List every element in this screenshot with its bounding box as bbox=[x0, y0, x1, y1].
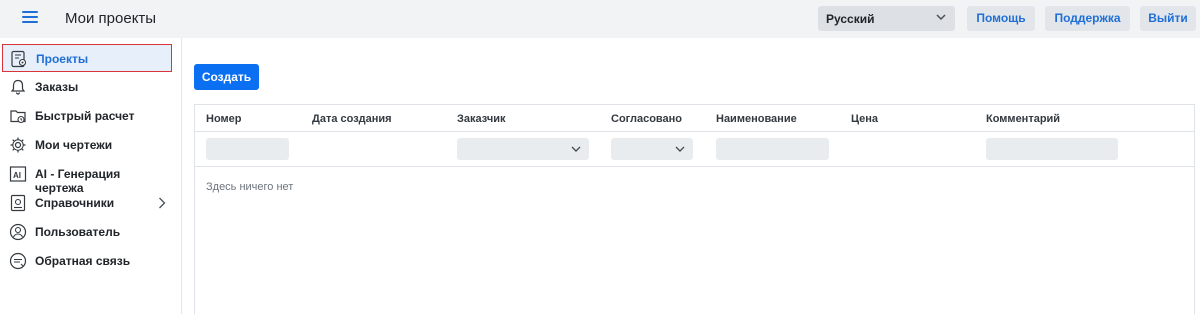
language-select[interactable]: Русский bbox=[818, 6, 955, 31]
sidebar-item-label: Быстрый расчет bbox=[35, 109, 135, 123]
comment-filter-input[interactable] bbox=[986, 138, 1118, 160]
support-button[interactable]: Поддержка bbox=[1045, 6, 1130, 31]
chevron-down-icon bbox=[675, 146, 685, 152]
sidebar-item-quick-calc[interactable]: Быстрый расчет bbox=[2, 102, 172, 130]
quick-calc-icon bbox=[10, 110, 26, 124]
feedback-icon bbox=[9, 252, 27, 270]
create-button[interactable]: Создать bbox=[194, 64, 259, 90]
customer-filter-select[interactable] bbox=[457, 138, 589, 160]
column-header-name[interactable]: Наименование bbox=[716, 113, 797, 125]
chevron-down-icon bbox=[571, 146, 581, 152]
ai-icon: AI bbox=[9, 166, 27, 182]
logout-button[interactable]: Выйти bbox=[1140, 6, 1196, 31]
column-header-number[interactable]: Номер bbox=[206, 113, 242, 125]
sidebar-item-projects[interactable]: Проекты bbox=[2, 44, 172, 72]
sidebar-item-label: Справочники bbox=[35, 196, 115, 210]
column-header-created-date[interactable]: Дата создания bbox=[312, 113, 392, 125]
column-header-approved[interactable]: Согласовано bbox=[611, 113, 682, 125]
chevron-down-icon bbox=[936, 14, 946, 21]
sidebar-item-feedback[interactable]: Обратная связь bbox=[2, 247, 172, 275]
svg-text:AI: AI bbox=[13, 171, 21, 180]
column-header-price[interactable]: Цена bbox=[851, 113, 878, 125]
column-header-comment[interactable]: Комментарий bbox=[986, 113, 1060, 125]
empty-state-text: Здесь ничего нет bbox=[206, 181, 294, 193]
name-filter-input[interactable] bbox=[716, 138, 829, 160]
sidebar-item-label: Пользователь bbox=[35, 225, 121, 239]
chevron-right-icon bbox=[159, 197, 166, 209]
hamburger-menu-icon[interactable] bbox=[22, 11, 38, 25]
handbook-icon bbox=[10, 194, 26, 212]
projects-table: Номер Дата создания Заказчик Согласовано… bbox=[194, 104, 1195, 314]
filter-row bbox=[195, 132, 1194, 167]
number-filter-input[interactable] bbox=[206, 138, 289, 160]
page-title: Мои проекты bbox=[65, 10, 157, 27]
sidebar-item-my-drawings[interactable]: Мои чертежи bbox=[2, 131, 172, 159]
approved-filter-select[interactable] bbox=[611, 138, 693, 160]
sidebar-item-label: Проекты bbox=[36, 52, 89, 66]
column-header-customer[interactable]: Заказчик bbox=[457, 113, 505, 125]
language-select-value: Русский bbox=[826, 12, 875, 26]
top-bar: Мои проекты Русский Помощь Поддержка Вый… bbox=[0, 0, 1200, 38]
user-icon bbox=[9, 223, 27, 241]
help-button[interactable]: Помощь bbox=[967, 6, 1035, 31]
bell-icon bbox=[10, 79, 26, 95]
sidebar-item-label: Заказы bbox=[35, 80, 79, 94]
projects-icon bbox=[11, 50, 27, 68]
sidebar-item-ai-generation[interactable]: AI AI - Генерация чертежа bbox=[2, 160, 172, 195]
sidebar-item-label: Мои чертежи bbox=[35, 138, 113, 152]
sidebar-item-label: Обратная связь bbox=[35, 254, 131, 268]
sidebar-item-orders[interactable]: Заказы bbox=[2, 73, 172, 101]
table-header-row: Номер Дата создания Заказчик Согласовано… bbox=[195, 105, 1194, 132]
sidebar-item-handbooks[interactable]: Справочники bbox=[2, 189, 172, 217]
sidebar: Проекты Заказы Быстрый расчет Мои чертеж… bbox=[0, 38, 182, 314]
sidebar-item-user[interactable]: Пользователь bbox=[2, 218, 172, 246]
gear-icon bbox=[10, 137, 26, 153]
